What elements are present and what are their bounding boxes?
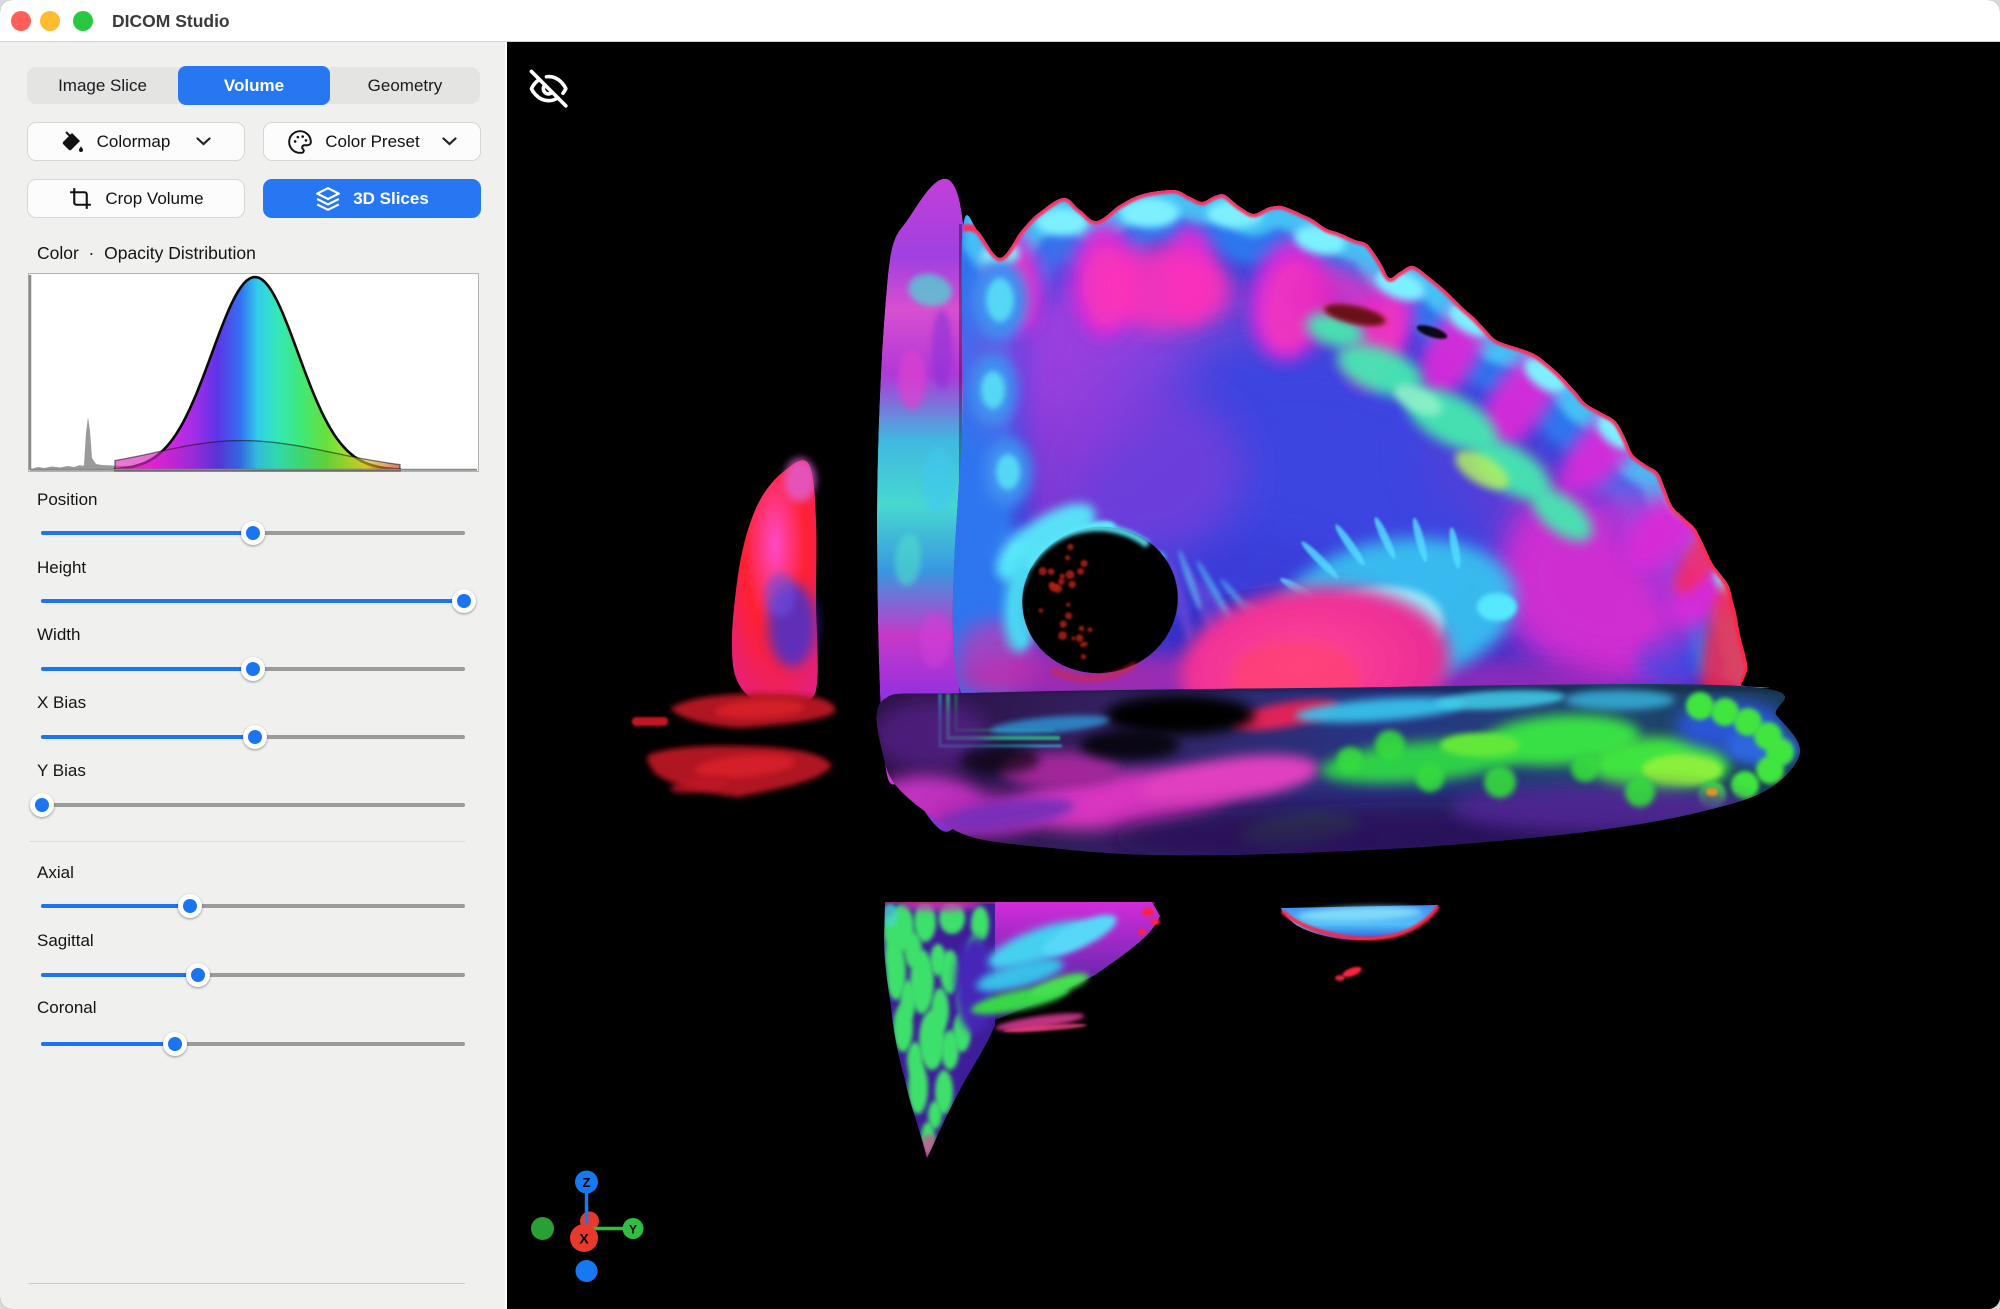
- svg-text:Z: Z: [583, 1175, 591, 1190]
- svg-text:Y: Y: [629, 1223, 637, 1237]
- svg-text:X: X: [579, 1231, 589, 1247]
